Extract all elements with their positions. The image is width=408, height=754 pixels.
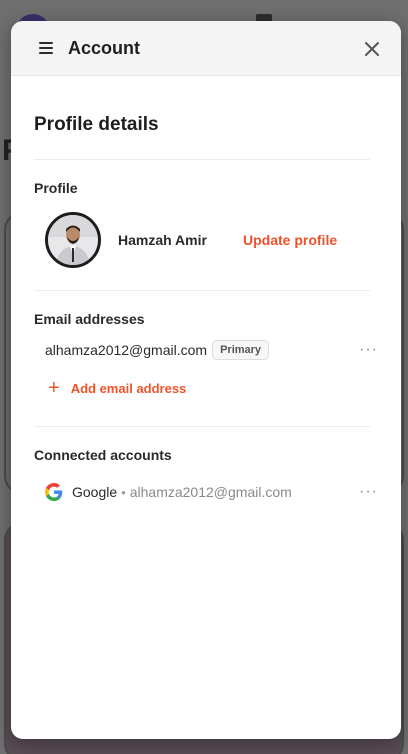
close-icon[interactable] bbox=[363, 40, 381, 58]
connected-accounts-label: Connected accounts bbox=[34, 447, 172, 463]
email-section-label: Email addresses bbox=[34, 311, 145, 327]
page-title: Profile details bbox=[34, 114, 159, 135]
connected-provider-name: Google bbox=[72, 484, 118, 500]
divider bbox=[34, 426, 370, 427]
email-list-item: alhamza2012@gmail.com Primary ··· bbox=[34, 339, 377, 361]
connected-more-options-icon[interactable]: ··· bbox=[359, 483, 378, 501]
plus-icon: + bbox=[48, 377, 60, 399]
profile-name: Hamzah Amir bbox=[118, 232, 207, 248]
email-more-options-icon[interactable]: ··· bbox=[359, 341, 378, 359]
avatar bbox=[45, 212, 101, 268]
modal-header: Account bbox=[11, 21, 401, 76]
separator-dot: • bbox=[121, 484, 126, 500]
avatar-photo bbox=[48, 215, 98, 265]
connected-account-email: alhamza2012@gmail.com bbox=[129, 484, 292, 500]
modal-title: Account bbox=[68, 37, 140, 58]
connected-account-item: Google • alhamza2012@gmail.com ··· bbox=[34, 480, 377, 504]
add-email-button[interactable]: + Add email address bbox=[34, 378, 370, 398]
email-address: alhamza2012@gmail.com bbox=[45, 342, 208, 358]
divider bbox=[34, 159, 370, 160]
primary-badge: Primary bbox=[212, 340, 270, 360]
divider bbox=[34, 290, 370, 291]
account-modal: Account Profile details Profile Hamzah A… bbox=[11, 21, 401, 739]
profile-section-label: Profile bbox=[34, 180, 78, 196]
hamburger-menu-icon[interactable] bbox=[39, 42, 53, 54]
google-icon bbox=[45, 483, 63, 501]
modal-body: Profile details Profile Hamzah Amir Upda… bbox=[11, 114, 401, 504]
profile-row: Hamzah Amir Update profile bbox=[34, 212, 370, 268]
update-profile-button[interactable]: Update profile bbox=[243, 232, 337, 248]
add-email-label: Add email address bbox=[70, 380, 187, 396]
